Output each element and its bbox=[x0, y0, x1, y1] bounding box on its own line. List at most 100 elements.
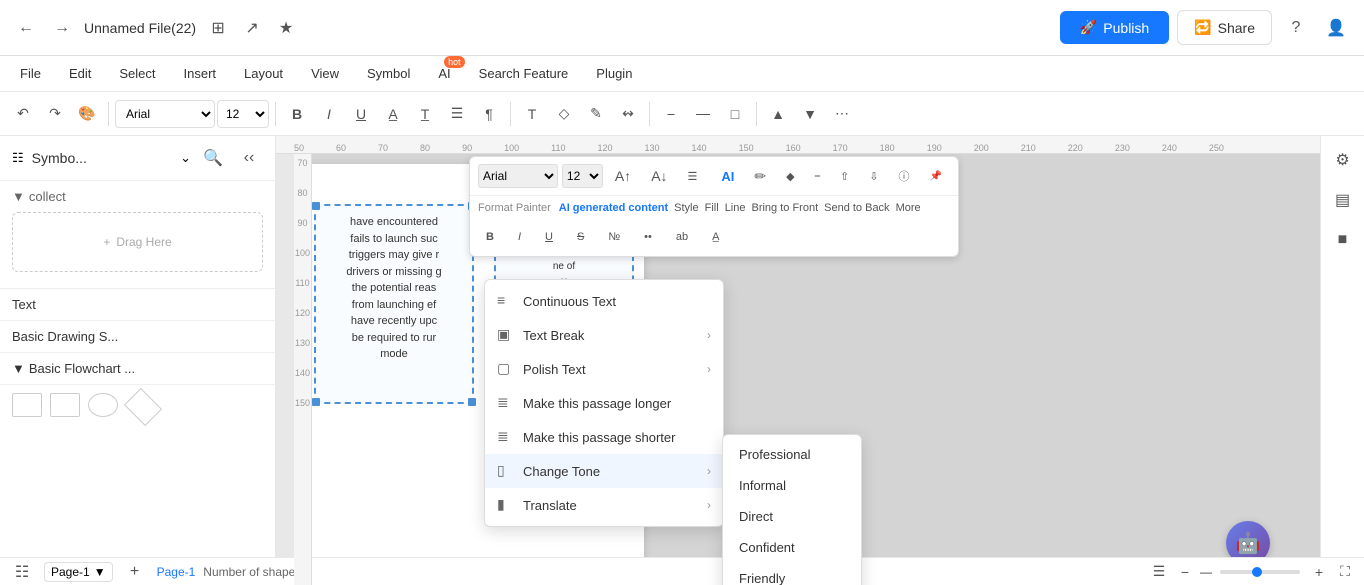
float-info-icon[interactable]: ⓘ bbox=[891, 163, 918, 189]
float-font-select[interactable]: Arial bbox=[478, 164, 558, 188]
line-width-icon[interactable]: ⎯⎯ bbox=[688, 99, 718, 129]
ctx-make-shorter[interactable]: ≣ Make this passage shorter bbox=[485, 420, 723, 454]
handle-tl[interactable] bbox=[312, 202, 320, 210]
highlight-float-btn[interactable]: ab bbox=[668, 224, 696, 250]
undo-icon[interactable]: ↶ bbox=[8, 99, 38, 129]
ai-generated-icon[interactable]: AI bbox=[713, 163, 742, 189]
ctx-continuous-text[interactable]: ≡ Continuous Text bbox=[485, 284, 723, 318]
shape-rect[interactable] bbox=[12, 393, 42, 417]
border-icon[interactable]: □ bbox=[720, 99, 750, 129]
settings-bottom-icon[interactable]: ☰ bbox=[1148, 561, 1170, 583]
zoom-out-icon[interactable]: − bbox=[1174, 561, 1196, 583]
paragraph-icon[interactable]: ¶ bbox=[474, 99, 504, 129]
export-icon[interactable]: ↗ bbox=[238, 14, 266, 42]
line-spacing-icon[interactable]: ☰ bbox=[680, 163, 706, 189]
sidebar-item-basic-flowchart[interactable]: ▼ Basic Flowchart ... bbox=[0, 353, 275, 385]
user-avatar[interactable]: 👤 bbox=[1320, 12, 1352, 44]
menu-edit[interactable]: Edit bbox=[57, 62, 103, 85]
fullscreen-icon[interactable]: ⛶ bbox=[1334, 561, 1356, 583]
font-select[interactable]: Arial bbox=[115, 100, 215, 128]
page-selector[interactable]: Page-1 ▼ bbox=[44, 562, 113, 582]
menu-plugin[interactable]: Plugin bbox=[584, 62, 644, 85]
zoom-slider-handle[interactable] bbox=[1252, 567, 1262, 577]
format-paint-icon[interactable]: 🎨 bbox=[72, 99, 102, 129]
star-icon[interactable]: ★ bbox=[272, 14, 300, 42]
ctx-translate[interactable]: ▮ Translate › bbox=[485, 488, 723, 522]
shape-diamond-2[interactable] bbox=[124, 388, 162, 426]
menu-view[interactable]: View bbox=[299, 62, 351, 85]
ctx-text-break[interactable]: ▣ Text Break › bbox=[485, 318, 723, 352]
redo-icon[interactable]: ↷ bbox=[40, 99, 70, 129]
back-icon[interactable]: ← bbox=[12, 14, 40, 42]
ctx-change-tone[interactable]: ▯ Change Tone › bbox=[485, 454, 723, 488]
page-link[interactable]: Page-1 bbox=[157, 565, 196, 579]
underline-float-btn[interactable]: U bbox=[537, 224, 561, 250]
sub-informal[interactable]: Informal bbox=[723, 470, 861, 501]
italic-float-btn[interactable]: I bbox=[510, 224, 529, 250]
font-color-icon[interactable]: A̲ bbox=[378, 99, 408, 129]
italic-icon[interactable]: I bbox=[314, 99, 344, 129]
search-icon[interactable]: 🔍 bbox=[199, 144, 227, 172]
menu-select[interactable]: Select bbox=[107, 62, 167, 85]
sub-direct[interactable]: Direct bbox=[723, 501, 861, 532]
sidebar-item-basic-drawing[interactable]: Basic Drawing S... bbox=[0, 321, 275, 353]
list-ordered-float-btn[interactable]: № bbox=[600, 224, 628, 250]
zoom-in-icon[interactable]: + bbox=[1308, 561, 1330, 583]
text-selection-box[interactable]: have encounteredfails to launch suctrigg… bbox=[314, 204, 474, 404]
line-style-icon[interactable]: ⎯ bbox=[656, 99, 686, 129]
drag-area[interactable]: + Drag Here bbox=[12, 212, 263, 272]
ctx-polish-text[interactable]: ▢ Polish Text › bbox=[485, 352, 723, 386]
float-size-select[interactable]: 12 bbox=[562, 164, 603, 188]
handle-br[interactable] bbox=[468, 398, 476, 406]
share-button[interactable]: 🔁 Share bbox=[1177, 10, 1272, 45]
menu-layout[interactable]: Layout bbox=[232, 62, 295, 85]
components-icon[interactable]: ■ bbox=[1327, 224, 1359, 256]
more-icon[interactable]: ⋯ bbox=[827, 99, 857, 129]
bold-icon[interactable]: B bbox=[282, 99, 312, 129]
menu-ai[interactable]: AI hot bbox=[426, 62, 462, 85]
menu-symbol[interactable]: Symbol bbox=[355, 62, 422, 85]
menu-search-feature[interactable]: Search Feature bbox=[467, 62, 581, 85]
font-size-select[interactable]: 12 bbox=[217, 100, 269, 128]
pen-icon[interactable]: ✎ bbox=[581, 99, 611, 129]
font-color-float-btn[interactable]: A̲ bbox=[704, 224, 727, 250]
float-fill-icon[interactable]: ◆ bbox=[778, 163, 802, 189]
float-send-back-icon[interactable]: ⇩ bbox=[861, 163, 886, 189]
float-pin-icon[interactable]: 📌 bbox=[922, 163, 950, 189]
shape-icon[interactable]: ◇ bbox=[549, 99, 579, 129]
ctx-make-longer[interactable]: ≣ Make this passage longer bbox=[485, 386, 723, 420]
page-settings-icon[interactable]: ☷ bbox=[8, 558, 36, 585]
text-style-icon[interactable]: T̲ bbox=[410, 99, 440, 129]
connector-icon[interactable]: ↭ bbox=[613, 99, 643, 129]
collapse-icon[interactable]: ‹‹ bbox=[235, 144, 263, 172]
menu-insert[interactable]: Insert bbox=[172, 62, 229, 85]
font-decrease-icon[interactable]: A↓ bbox=[643, 163, 675, 189]
sub-friendly[interactable]: Friendly bbox=[723, 563, 861, 585]
forward-icon[interactable]: → bbox=[48, 14, 76, 42]
font-increase-icon[interactable]: A↑ bbox=[607, 163, 639, 189]
properties-icon[interactable]: ⚙ bbox=[1327, 144, 1359, 176]
shape-diamond[interactable] bbox=[88, 393, 118, 417]
layers-icon[interactable]: ▤ bbox=[1327, 184, 1359, 216]
add-page-icon[interactable]: + bbox=[121, 558, 149, 585]
list-unordered-float-btn[interactable]: •• bbox=[636, 224, 660, 250]
text-box-icon[interactable]: T bbox=[517, 99, 547, 129]
bold-float-btn[interactable]: B bbox=[478, 224, 502, 250]
strikethrough-float-btn[interactable]: S bbox=[569, 224, 592, 250]
publish-button[interactable]: 🚀 Publish bbox=[1060, 11, 1169, 44]
bring-front-icon[interactable]: ▲ bbox=[763, 99, 793, 129]
handle-bl[interactable] bbox=[312, 398, 320, 406]
collect-label[interactable]: ▼ collect bbox=[12, 189, 263, 204]
align-icon[interactable]: ☰ bbox=[442, 99, 472, 129]
float-line-icon[interactable]: ⎯ bbox=[807, 163, 829, 189]
shape-rect-2[interactable] bbox=[50, 393, 80, 417]
menu-file[interactable]: File bbox=[8, 62, 53, 85]
underline-icon[interactable]: U bbox=[346, 99, 376, 129]
grid-icon[interactable]: ⊞ bbox=[204, 14, 232, 42]
float-style-icon[interactable]: ✏ bbox=[746, 163, 774, 189]
sub-professional[interactable]: Professional bbox=[723, 439, 861, 470]
send-back-icon[interactable]: ▼ bbox=[795, 99, 825, 129]
help-icon[interactable]: ? bbox=[1280, 12, 1312, 44]
float-bring-front-icon[interactable]: ⇧ bbox=[832, 163, 857, 189]
sub-confident[interactable]: Confident bbox=[723, 532, 861, 563]
